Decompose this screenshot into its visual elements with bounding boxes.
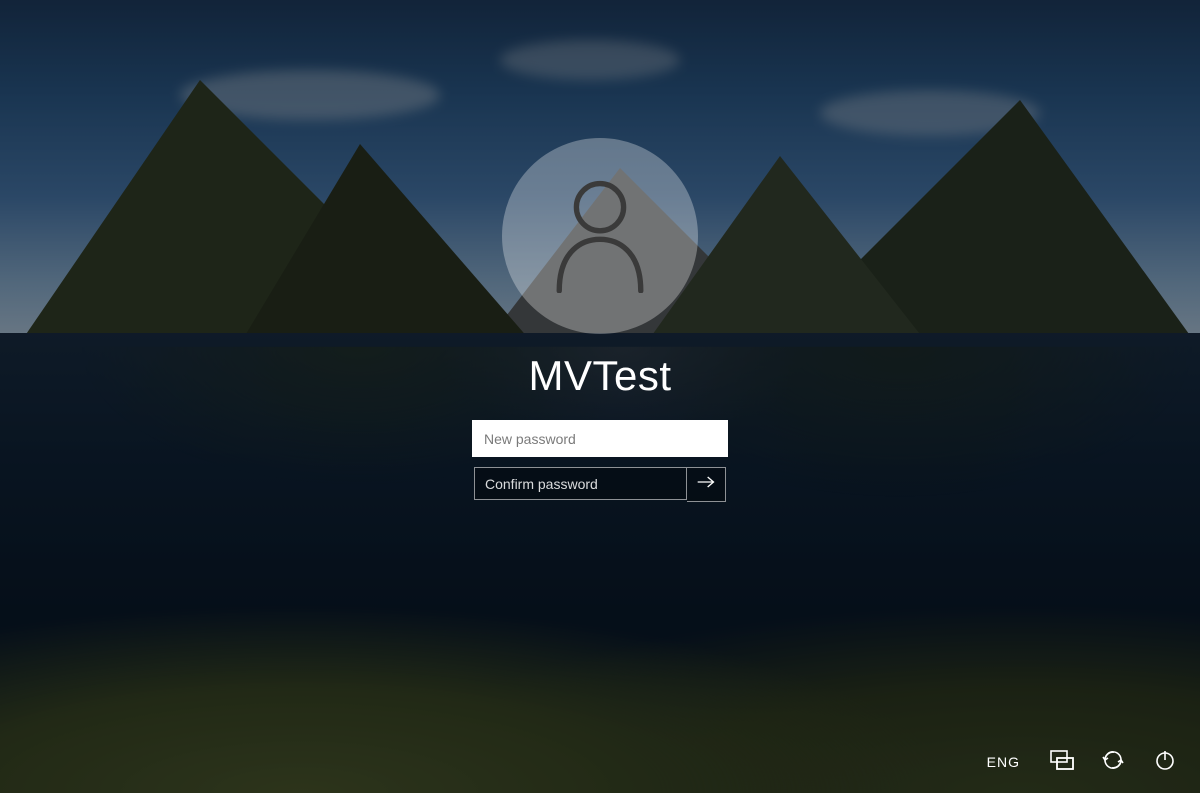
user-icon: [546, 175, 654, 298]
network-icon: [1048, 749, 1074, 776]
password-fields: [474, 422, 726, 500]
system-tray: ENG: [983, 747, 1180, 777]
power-icon: [1154, 749, 1176, 776]
confirm-password-input[interactable]: [474, 467, 687, 500]
ease-of-access-button[interactable]: [1098, 747, 1128, 777]
user-avatar: [502, 138, 698, 334]
username-label: MVTest: [528, 352, 671, 400]
network-button[interactable]: [1046, 747, 1076, 777]
login-panel: MVTest: [474, 138, 726, 500]
ease-of-access-icon: [1101, 748, 1125, 777]
new-password-input[interactable]: [474, 422, 726, 455]
power-button[interactable]: [1150, 747, 1180, 777]
submit-button[interactable]: [687, 467, 726, 502]
language-button[interactable]: ENG: [983, 747, 1024, 777]
lock-screen: MVTest ENG: [0, 0, 1200, 793]
arrow-right-icon: [696, 475, 716, 494]
